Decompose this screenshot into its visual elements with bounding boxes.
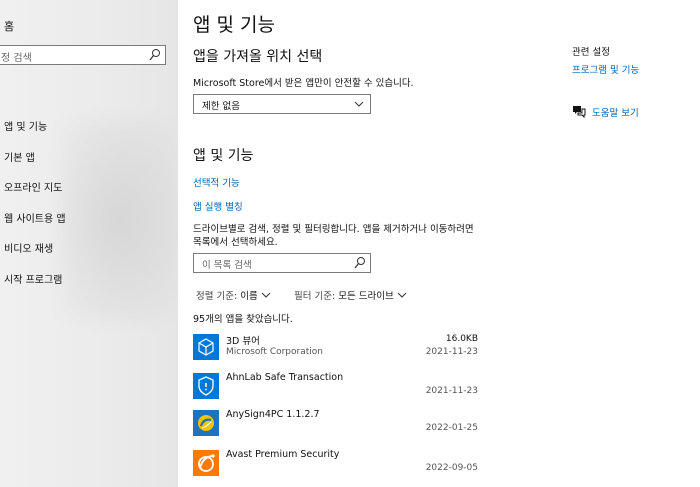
sidebar-home[interactable]: 홈 [4,18,14,34]
sidebar-item-apps-for-websites[interactable]: 웹 사이트용 앱 [4,210,66,225]
page-title: 앱 및 기능 [193,14,275,36]
app-size: 16.0KB [445,334,478,344]
chevron-down-icon [354,101,364,107]
app-date: 2022-01-25 [425,423,478,433]
app-date: 2021-11-23 [425,347,478,357]
install-section-title: 앱을 가져올 위치 선택 [193,49,323,65]
search-icon [149,49,160,61]
app-list-search-placeholder: 이 목록 검색 [202,260,252,271]
related-settings-title: 관련 설정 [572,47,610,58]
chevron-down-icon [261,292,271,298]
search-icon [354,257,365,269]
optional-features-link[interactable]: 선택적 기능 [193,175,240,189]
filter-dropdown[interactable]: 필터 기준: 모든 드라이브 [294,288,407,302]
apps-description-line1: 드라이브별로 검색, 정렬 및 필터링합니다. 앱을 제거하거나 이동하려면 [193,224,474,235]
install-source-dropdown[interactable]: 제한 없음 [193,94,371,114]
shield-icon [193,373,219,399]
programs-and-features-link[interactable]: 프로그램 및 기능 [572,62,639,76]
app-list-item[interactable]: AhnLab Safe Transaction 2021-11-23 [193,372,478,406]
sidebar-blur [60,120,178,320]
app-date: 2021-11-23 [425,386,478,396]
apps-section-title: 앱 및 기능 [193,148,254,164]
app-count-text: 95개의 앱을 찾았습니다. [193,314,293,325]
filter-value: 모든 드라이브 [338,291,394,302]
sort-value: 이름 [240,291,258,302]
app-name: AnySign4PC 1.1.2.7 [226,409,320,420]
app-name: 3D 뷰어 [226,336,260,347]
app-list-item[interactable]: AnySign4PC 1.1.2.7 2022-01-25 [193,409,478,443]
sidebar: 홈 정 검색 앱 및 기능 기본 앱 오프라인 지도 웹 사이트용 앱 비디오 … [0,0,178,487]
app-list-item[interactable]: Avast Premium Security 2022-09-05 [193,449,478,483]
app-list-item[interactable]: 3D 뷰어 Microsoft Corporation 16.0KB 2021-… [193,333,478,367]
sort-dropdown[interactable]: 정렬 기준: 이름 [196,288,271,302]
help-chat-icon [573,106,586,118]
app-publisher: Microsoft Corporation [226,347,323,357]
app-name: AhnLab Safe Transaction [226,372,344,383]
install-source-value: 제한 없음 [202,101,240,112]
sidebar-item-startup[interactable]: 시작 프로그램 [4,271,62,286]
anysign-icon [193,410,219,436]
app-date: 2022-09-05 [425,463,478,473]
sidebar-item-video-playback[interactable]: 비디오 재생 [4,240,53,255]
sidebar-item-apps-features[interactable]: 앱 및 기능 [4,118,47,133]
get-help-label: 도움말 보기 [592,108,639,119]
chevron-down-icon [397,292,407,298]
sidebar-item-default-apps[interactable]: 기본 앱 [4,149,35,164]
settings-search-input[interactable]: 정 검색 [0,45,166,65]
app-name: Avast Premium Security [226,449,340,460]
sort-label: 정렬 기준: [196,291,238,302]
avast-icon [193,450,219,476]
cube-icon [193,334,219,360]
settings-search-placeholder: 정 검색 [1,53,32,64]
apps-description-line2: 목록에서 선택하세요. [193,237,278,248]
install-description: Microsoft Store에서 받은 앱만이 안전할 수 있습니다. [193,78,414,89]
filter-label: 필터 기준: [294,291,336,302]
app-execution-aliases-link[interactable]: 앱 실행 별칭 [193,199,243,213]
sidebar-item-offline-maps[interactable]: 오프라인 지도 [4,179,62,194]
app-list-search-input[interactable]: 이 목록 검색 [193,253,371,273]
